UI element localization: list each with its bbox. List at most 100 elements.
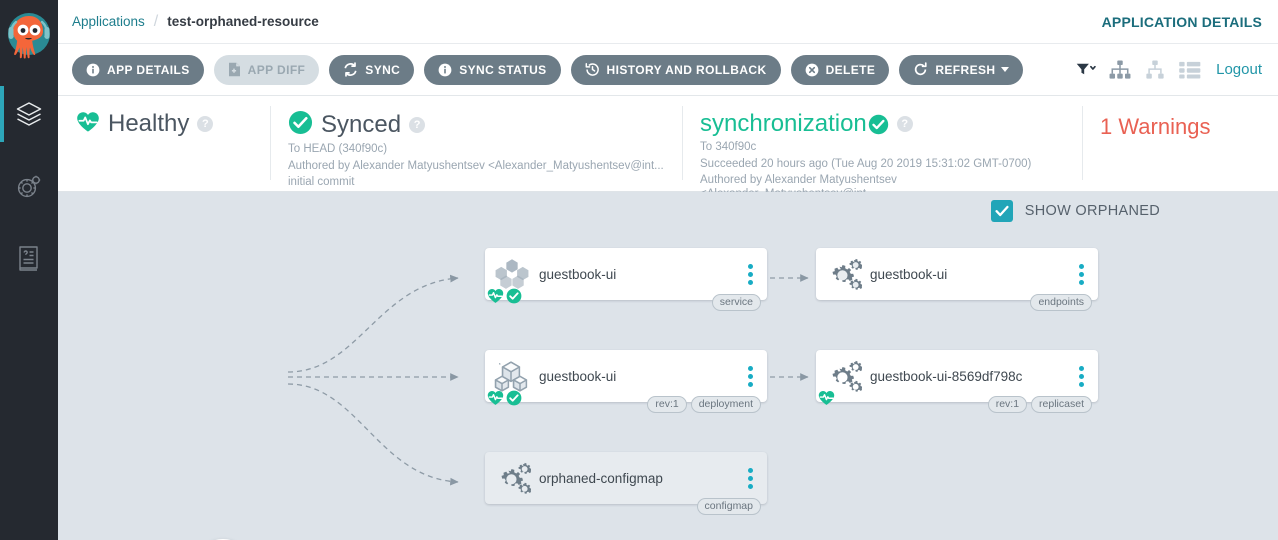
tree-node-badges [487,390,522,411]
tag-kind: configmap [696,498,761,515]
gears-icon [816,350,870,405]
sync-revision-line: To HEAD (340f90c) [288,143,388,155]
check-circle-icon [506,288,522,309]
app-diff-button[interactable]: APP DIFF [213,54,320,85]
sync-button[interactable]: SYNC [329,54,415,85]
page-title: APPLICATION DETAILS [1101,13,1262,30]
tree-node-menu-button[interactable] [733,248,767,300]
sidebar-item-applications[interactable] [0,78,58,150]
sidebar-item-settings[interactable] [0,150,58,222]
tree-node-menu-button[interactable] [1064,350,1098,402]
list-view-icon[interactable] [1179,61,1201,79]
history-icon [585,62,600,77]
tree-node-label: guestbook-ui [539,266,617,282]
operation-revision-line: To 340f90c [700,141,757,153]
book-icon [16,244,42,272]
tag-revision: rev:1 [987,396,1028,413]
gears-icon [816,248,870,300]
app-diff-label: APP DIFF [247,62,306,77]
tree-node-tags: rev:1 replicaset [987,396,1092,413]
tree-node-badges [487,288,522,309]
resource-tree-canvas: SHOW ORPHANED test-orphaned-resource app… [58,192,1278,540]
sync-author-line: Authored by Alexander Matyushentsev <Ale… [288,159,664,172]
filter-icon[interactable] [1076,62,1096,77]
app-status-bar: Healthy ? Synced ? To HEAD (340f90c) Aut… [58,96,1278,216]
argo-octopus-logo[interactable] [0,0,58,78]
sync-help-icon[interactable]: ? [409,117,426,133]
tag-kind: replicaset [1031,396,1092,413]
tree-view-icon[interactable] [1109,59,1131,80]
sync-icon [343,62,358,77]
warnings-cell[interactable]: 1 Warnings [1082,96,1278,191]
sync-status-label: SYNC STATUS [459,62,547,77]
sync-status-button[interactable]: SYNC STATUS [424,54,561,85]
heart-pulse-icon [76,111,100,138]
tree-node-menu-button[interactable] [733,452,767,504]
tree-node-replicaset[interactable]: guestbook-ui-8569df798c rev:1 replicaset [816,350,1098,413]
gears-icon [485,452,539,504]
app-details-label: APP DETAILS [107,62,190,77]
sync-label: SYNC [365,62,401,77]
tree-node-label: guestbook-ui-8569df798c [870,368,1023,384]
heart-pulse-icon [487,390,504,411]
check-circle-icon [868,114,889,135]
network-view-icon[interactable] [1144,59,1166,80]
breadcrumb-current: test-orphaned-resource [167,14,319,29]
tree-node-tags: endpoints [1030,294,1092,311]
tag-revision: rev:1 [647,396,687,413]
refresh-button[interactable]: REFRESH [899,54,1024,85]
tree-node-label: guestbook-ui [539,368,617,384]
tree-node-tags: rev:1 deployment [647,396,761,413]
tree-node-label: guestbook-ui [870,266,948,282]
logout-link[interactable]: Logout [1216,61,1262,78]
tree-node-service[interactable]: guestbook-ui service [485,248,767,311]
sync-status-title: Synced [321,111,402,138]
tree-node-badges [818,390,835,411]
tree-node-menu-button[interactable] [1064,248,1098,300]
health-help-icon[interactable]: ? [197,116,214,132]
breadcrumb-separator: / [153,12,159,30]
breadcrumb: Applications / test-orphaned-resource [58,13,319,31]
health-status-title: Healthy [108,110,190,137]
info-icon [86,63,100,77]
refresh-label: REFRESH [935,62,996,77]
sync-message-line: initial commit [288,176,355,188]
tree-node-menu-button[interactable] [733,350,767,402]
tree-node-deployment[interactable]: guestbook-ui rev:1 deployment [485,350,767,413]
history-label: HISTORY AND ROLLBACK [606,62,767,77]
tag-kind: endpoints [1030,294,1092,311]
sidebar [0,0,58,540]
heart-pulse-icon [818,390,835,411]
delete-button[interactable]: DELETE [790,54,890,85]
heart-pulse-icon [487,288,504,309]
operation-help-icon[interactable]: ? [896,116,913,132]
service-icon [485,248,539,304]
operation-title: synchronization [700,110,867,137]
toolbar-right-group: Logout [1076,59,1278,80]
tree-node-label: orphaned-configmap [539,470,663,486]
history-and-rollback-button[interactable]: HISTORY AND ROLLBACK [570,54,781,85]
top-bar: Applications / test-orphaned-resource AP… [58,0,1278,44]
action-toolbar: APP DETAILS APP DIFF SYNC SYNC STATUS HI… [58,44,1278,96]
refresh-icon [913,62,928,77]
sidebar-item-documentation[interactable] [0,222,58,294]
tag-kind: deployment [690,396,761,413]
tree-node-tags: service [711,294,761,311]
tag-kind: service [711,294,761,311]
check-circle-icon [506,390,522,411]
file-diff-icon [228,62,241,77]
close-circle-icon [805,63,819,77]
breadcrumb-applications-link[interactable]: Applications [72,14,145,29]
info-icon [438,63,452,77]
app-details-button[interactable]: APP DETAILS [72,54,204,85]
layers-icon [15,100,43,128]
delete-label: DELETE [825,62,876,77]
tree-node-configmap[interactable]: orphaned-configmap configmap [485,452,767,515]
sync-status-cell: Synced ? To HEAD (340f90c) Authored by A… [270,96,682,191]
tree-node-tags: configmap [696,498,761,515]
health-status-cell: Healthy ? [58,96,270,191]
check-circle-icon [288,110,313,140]
deployment-icon [485,350,539,406]
tree-node-endpoints[interactable]: guestbook-ui endpoints [816,248,1098,311]
operation-result-line: Succeeded 20 hours ago (Tue Aug 20 2019 … [700,157,1032,170]
